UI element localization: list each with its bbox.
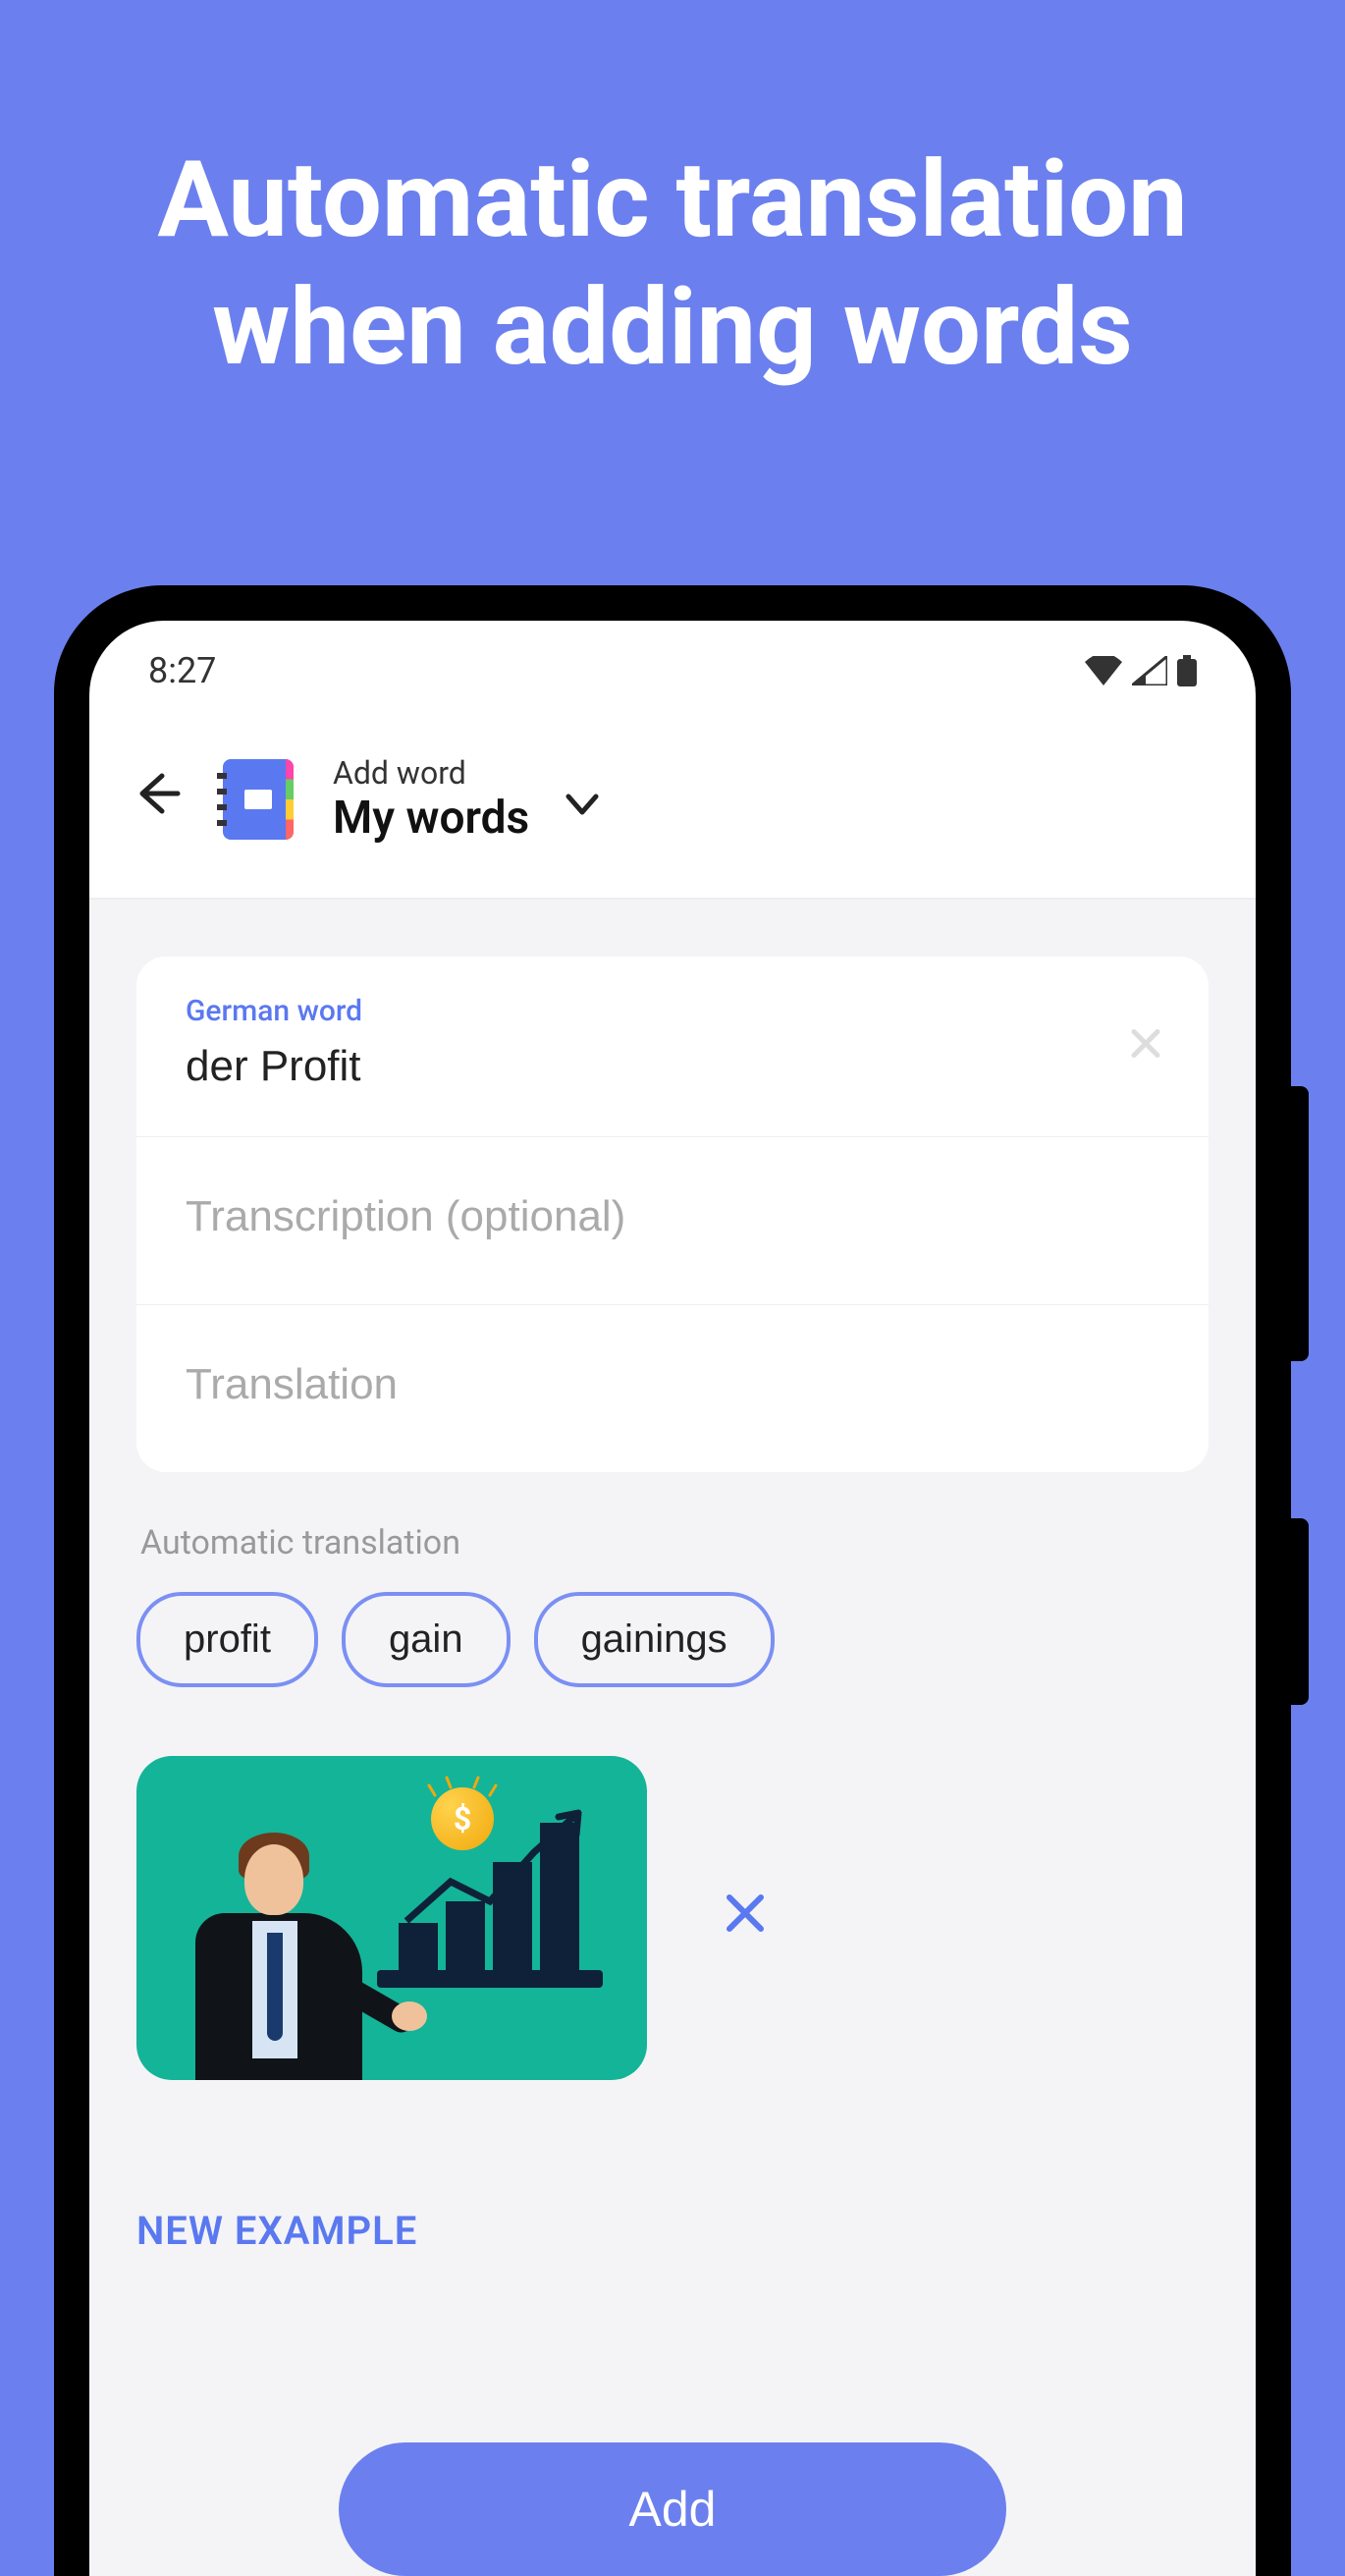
app-header: Add word My words: [89, 711, 1256, 900]
promo-title-line1: Automatic translation: [59, 137, 1286, 265]
preview-image[interactable]: $: [136, 1756, 647, 2080]
signal-icon: [1132, 656, 1167, 685]
remove-image-icon[interactable]: [722, 1886, 769, 1950]
promo-title-line2: when adding words: [59, 265, 1286, 393]
clear-icon[interactable]: [1126, 1018, 1165, 1074]
promo-banner: Automatic translation when adding words: [0, 0, 1345, 392]
suggestions-label: Automatic translation: [140, 1523, 1209, 1562]
notebook-icon: [223, 759, 294, 840]
image-row: $: [136, 1756, 1209, 2080]
header-title: My words: [333, 792, 529, 845]
wifi-icon: [1085, 656, 1122, 685]
phone-frame: 8:27 Add word My words: [54, 585, 1291, 2576]
suggestion-chip[interactable]: profit: [136, 1592, 318, 1687]
back-button[interactable]: [129, 766, 184, 833]
suggestion-chip[interactable]: gainings: [534, 1592, 775, 1687]
word-input[interactable]: [186, 1042, 1159, 1091]
coin-sparkle: [425, 1774, 500, 1797]
input-card: German word: [136, 957, 1209, 1472]
translation-field[interactable]: [136, 1305, 1209, 1472]
suggestion-chip[interactable]: gain: [342, 1592, 511, 1687]
word-field[interactable]: German word: [136, 957, 1209, 1137]
chevron-down-icon[interactable]: [563, 784, 602, 835]
battery-icon: [1177, 655, 1197, 686]
transcription-input[interactable]: [186, 1175, 1159, 1259]
chart-illustration: [387, 1840, 593, 1988]
translation-input[interactable]: [186, 1343, 1159, 1427]
phone-hw-button: [1291, 1518, 1309, 1705]
status-time: 8:27: [148, 650, 216, 691]
suggestion-chips: profit gain gainings: [136, 1592, 1209, 1687]
content-area: German word Automatic translation: [89, 900, 1256, 2576]
status-bar: 8:27: [89, 621, 1256, 711]
status-icons-group: [1085, 655, 1197, 686]
person-illustration: [156, 1805, 372, 2080]
trend-arrow-icon: [402, 1803, 598, 1931]
header-subtitle: Add word: [333, 754, 529, 792]
word-field-label: German word: [186, 994, 1159, 1028]
add-button[interactable]: Add: [339, 2442, 1006, 2576]
phone-hw-button: [1291, 1086, 1309, 1361]
new-example-button[interactable]: NEW EXAMPLE: [136, 2208, 1209, 2254]
transcription-field[interactable]: [136, 1137, 1209, 1305]
